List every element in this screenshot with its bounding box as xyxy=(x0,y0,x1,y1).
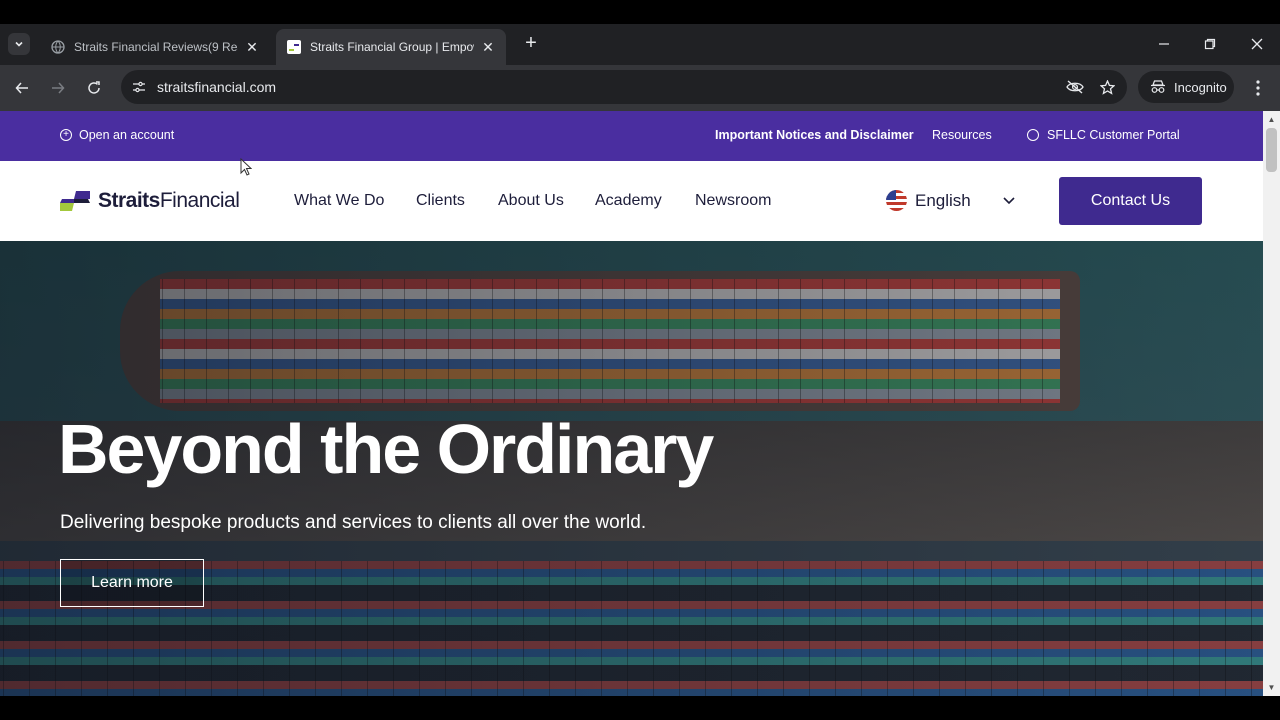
nav-academy[interactable]: Academy xyxy=(595,192,662,210)
tab-title: Straits Financial Reviews(9 Reas xyxy=(74,40,238,54)
site-settings-icon[interactable] xyxy=(129,77,149,97)
browser-tab-straits[interactable]: Straits Financial Group | Empow ✕ xyxy=(276,29,506,65)
more-menu-icon[interactable] xyxy=(1248,77,1268,99)
hero-subtitle: Delivering bespoke products and services… xyxy=(60,512,647,533)
scroll-down-icon[interactable]: ▼ xyxy=(1267,683,1276,692)
screen-top-border xyxy=(0,0,1280,24)
hero-section: Beyond the Ordinary Delivering bespoke p… xyxy=(0,241,1263,696)
star-icon[interactable] xyxy=(1095,75,1119,99)
hero-title: Beyond the Ordinary xyxy=(58,410,714,488)
nav-what-we-do[interactable]: What We Do xyxy=(294,192,384,210)
utility-bar: + Open an account Important Notices and … xyxy=(0,111,1263,161)
mouse-cursor-icon xyxy=(240,158,252,176)
eye-off-icon[interactable] xyxy=(1063,75,1087,99)
resources-link[interactable]: Resources xyxy=(932,128,992,142)
nav-clients[interactable]: Clients xyxy=(416,192,465,210)
tab-title: Straits Financial Group | Empow xyxy=(310,40,474,54)
contact-us-button[interactable]: Contact Us xyxy=(1059,177,1202,225)
scroll-up-icon[interactable]: ▲ xyxy=(1267,115,1276,124)
language-selector[interactable]: English xyxy=(886,190,1015,211)
incognito-label: Incognito xyxy=(1174,79,1227,95)
forward-arrow-icon[interactable] xyxy=(46,76,70,100)
incognito-icon xyxy=(1150,80,1166,94)
customer-portal-label: SFLLC Customer Portal xyxy=(1047,128,1180,142)
window-close-icon[interactable] xyxy=(1245,32,1269,56)
browser-tab-reviews[interactable]: Straits Financial Reviews(9 Reas ✕ xyxy=(40,29,270,65)
url-text: straitsfinancial.com xyxy=(157,79,277,95)
logo-word-straits: Straits xyxy=(98,189,160,212)
close-icon[interactable]: ✕ xyxy=(480,39,496,55)
site-logo[interactable]: Straits Financial xyxy=(60,189,240,213)
us-flag-icon xyxy=(886,190,907,211)
browser-tab-bar: Straits Financial Reviews(9 Reas ✕ Strai… xyxy=(0,24,1280,65)
restore-icon[interactable] xyxy=(1198,32,1222,56)
notices-link[interactable]: Important Notices and Disclaimer xyxy=(715,128,914,142)
address-bar[interactable]: straitsfinancial.com xyxy=(121,70,1127,104)
user-circle-icon xyxy=(1027,129,1039,141)
logo-mark-icon xyxy=(60,189,90,213)
open-account-label: Open an account xyxy=(79,128,175,142)
nav-about-us[interactable]: About Us xyxy=(498,192,564,210)
reload-icon[interactable] xyxy=(82,76,106,100)
page-viewport: + Open an account Important Notices and … xyxy=(0,111,1263,696)
incognito-indicator[interactable]: Incognito xyxy=(1138,71,1234,103)
site-favicon-icon xyxy=(286,39,302,55)
page-scrollbar[interactable]: ▲ ▼ xyxy=(1263,111,1280,696)
language-label: English xyxy=(915,190,971,210)
chevron-down-icon xyxy=(15,41,23,47)
close-icon[interactable]: ✕ xyxy=(244,39,260,55)
back-arrow-icon[interactable] xyxy=(10,76,34,100)
plus-circle-icon: + xyxy=(60,129,72,141)
minimize-icon[interactable] xyxy=(1152,32,1176,56)
main-navigation: Straits Financial What We Do Clients Abo… xyxy=(0,161,1263,241)
customer-portal-link[interactable]: SFLLC Customer Portal xyxy=(1027,128,1180,142)
nav-newsroom[interactable]: Newsroom xyxy=(695,192,771,210)
screen-bottom-border xyxy=(0,696,1280,720)
scrollbar-thumb[interactable] xyxy=(1266,128,1277,172)
globe-icon xyxy=(50,39,66,55)
tab-search-button[interactable] xyxy=(8,33,30,55)
logo-word-financial: Financial xyxy=(159,189,240,212)
new-tab-button[interactable]: + xyxy=(520,32,542,54)
chevron-down-icon xyxy=(1002,192,1016,212)
open-account-link[interactable]: + Open an account xyxy=(60,128,174,142)
browser-toolbar: straitsfinancial.com Incognito xyxy=(0,65,1280,111)
learn-more-button[interactable]: Learn more xyxy=(60,559,204,607)
